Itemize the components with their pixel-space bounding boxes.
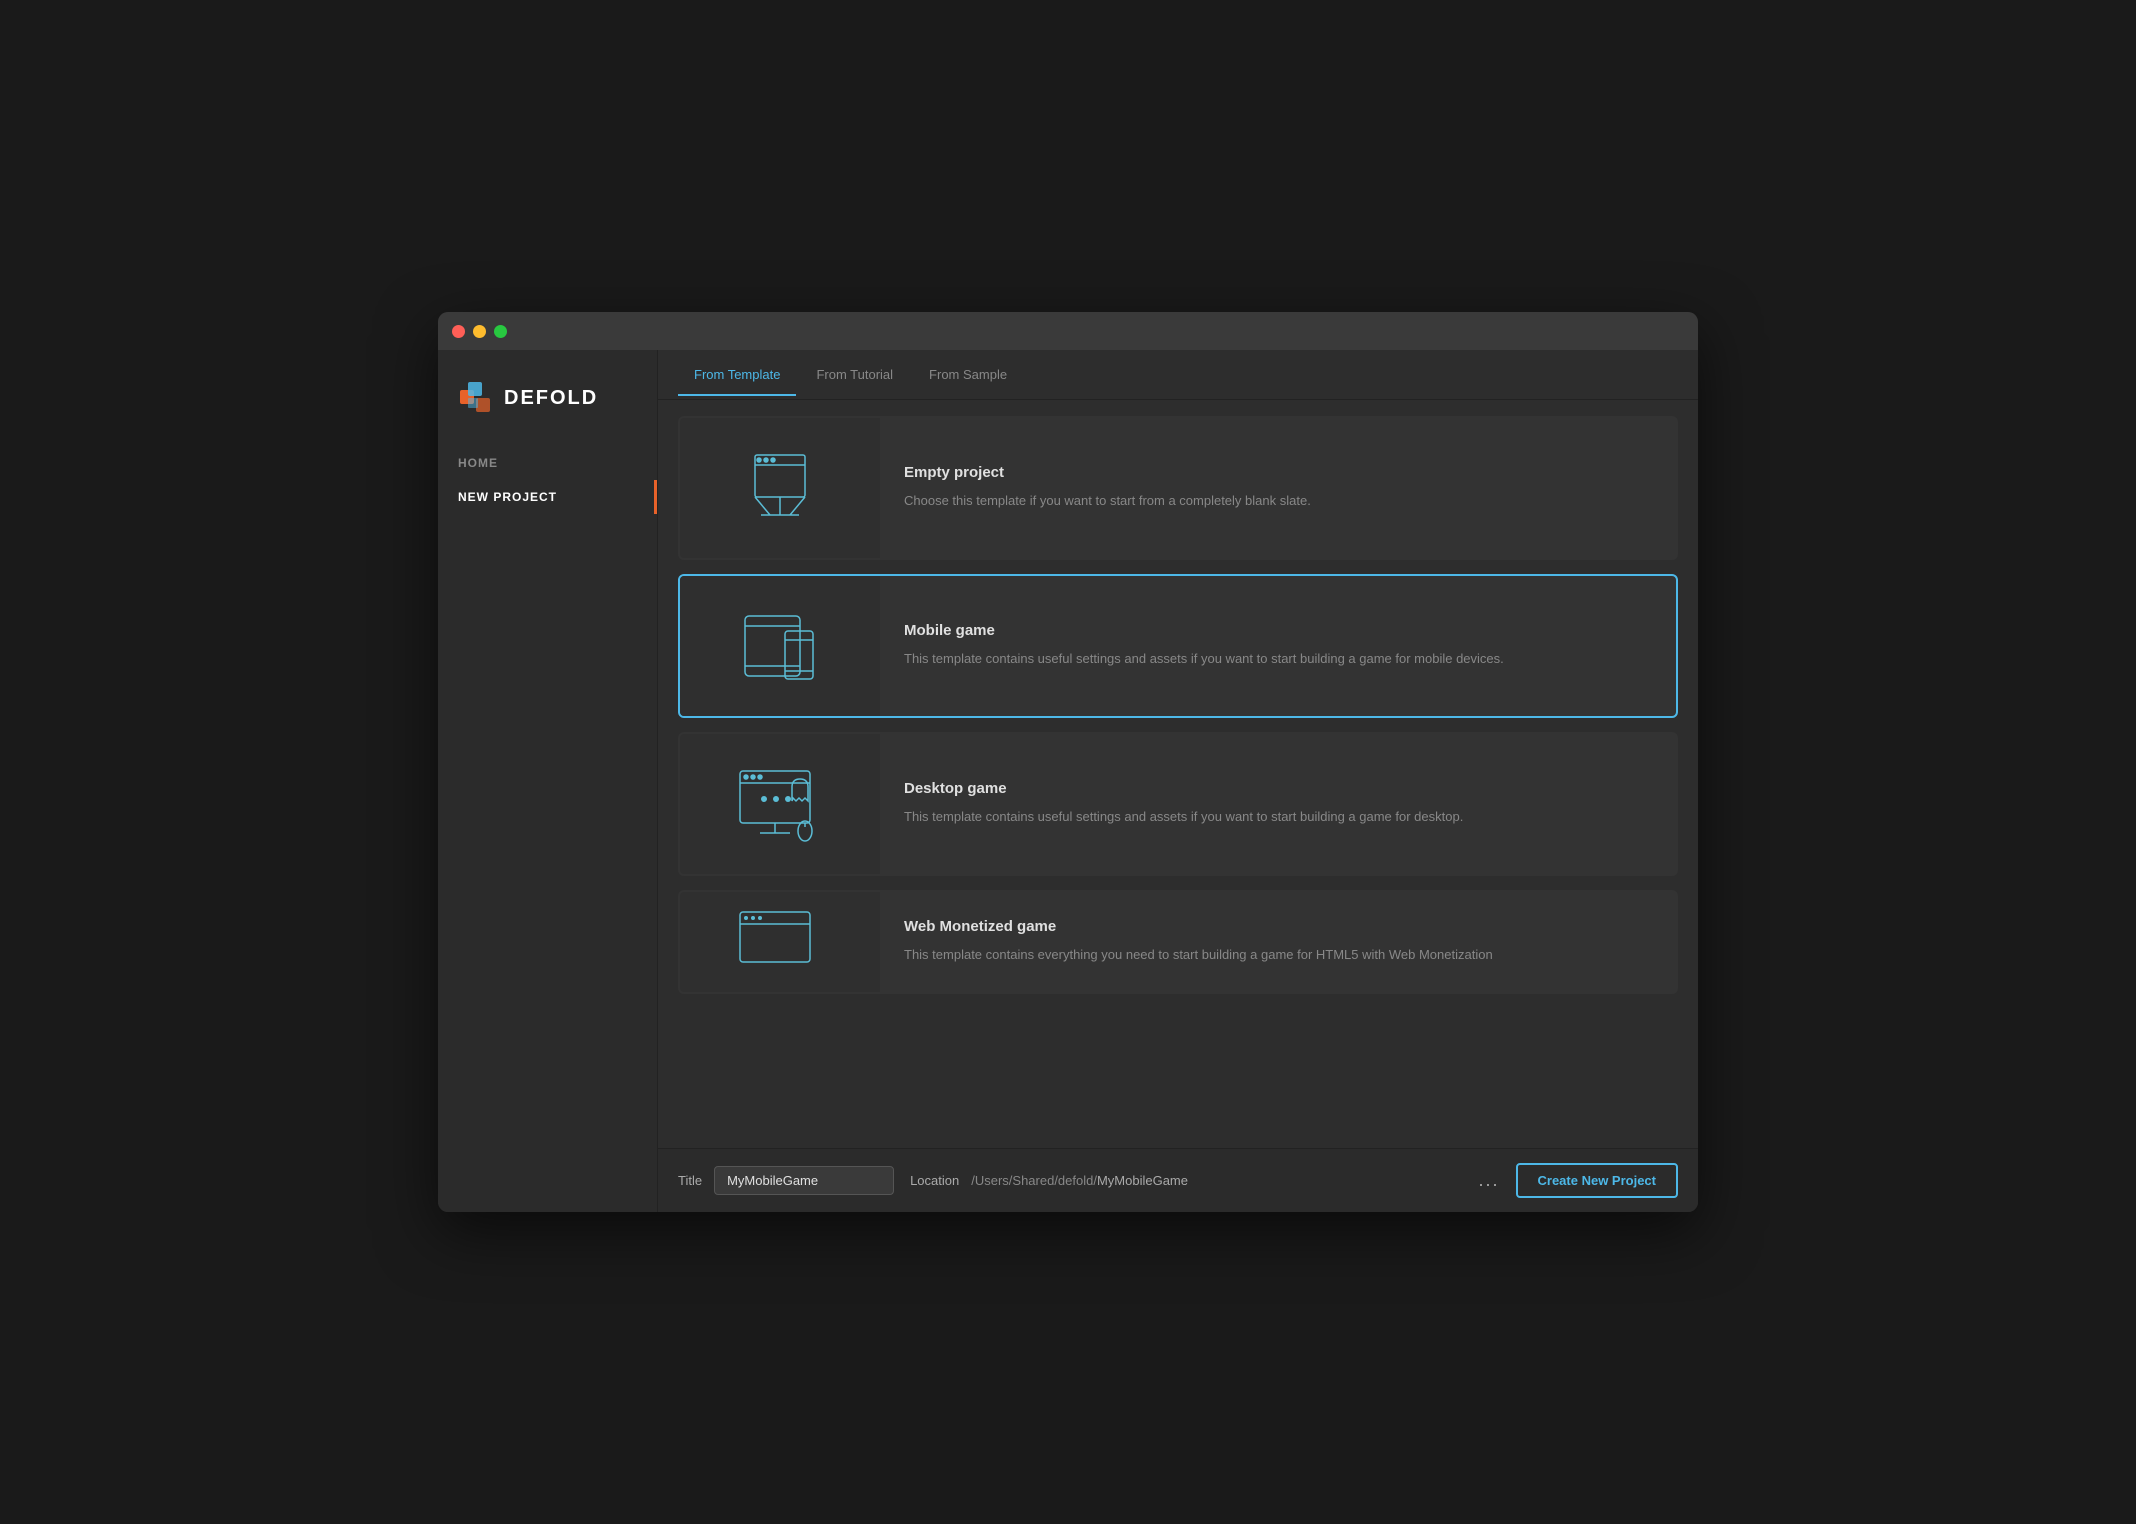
- template-desc-mobile: This template contains useful settings a…: [904, 649, 1504, 670]
- maximize-button[interactable]: [494, 325, 507, 338]
- template-info-desktop: Desktop game This template contains usef…: [880, 734, 1487, 874]
- template-info-web: Web Monetized game This template contain…: [880, 892, 1517, 992]
- template-desc-web: This template contains everything you ne…: [904, 945, 1493, 966]
- sidebar: DEFOLD HOME NEW PROJECT: [438, 350, 658, 1212]
- template-title-web: Web Monetized game: [904, 918, 1493, 935]
- template-icon-desktop: [680, 734, 880, 874]
- main-content: From Template From Tutorial From Sample: [658, 350, 1698, 1212]
- defold-logo-icon: [458, 380, 494, 416]
- template-info-empty: Empty project Choose this template if yo…: [880, 418, 1335, 558]
- traffic-lights: [452, 325, 507, 338]
- template-icon-easel: [680, 418, 880, 558]
- location-label: Location: [910, 1173, 959, 1188]
- tab-from-sample[interactable]: From Sample: [913, 353, 1023, 396]
- template-title-empty: Empty project: [904, 464, 1311, 481]
- title-input[interactable]: [714, 1166, 894, 1195]
- tab-bar: From Template From Tutorial From Sample: [658, 350, 1698, 400]
- location-suffix: MyMobileGame: [1097, 1173, 1188, 1188]
- app-body: DEFOLD HOME NEW PROJECT From Template Fr…: [438, 350, 1698, 1212]
- close-button[interactable]: [452, 325, 465, 338]
- logo-area: DEFOLD: [438, 370, 657, 446]
- titlebar: [438, 312, 1698, 350]
- app-window: DEFOLD HOME NEW PROJECT From Template Fr…: [438, 312, 1698, 1212]
- logo-text: DEFOLD: [504, 387, 598, 410]
- bottom-bar: Title Location /Users/Shared/defold/MyMo…: [658, 1148, 1698, 1212]
- title-group: Title: [678, 1166, 894, 1195]
- sidebar-item-home[interactable]: HOME: [438, 446, 657, 480]
- location-value: /Users/Shared/defold/MyMobileGame: [971, 1173, 1462, 1188]
- template-info-mobile: Mobile game This template contains usefu…: [880, 576, 1528, 716]
- template-list: Empty project Choose this template if yo…: [658, 400, 1698, 1148]
- template-title-mobile: Mobile game: [904, 622, 1504, 639]
- template-icon-web: [680, 892, 880, 992]
- location-group: Location /Users/Shared/defold/MyMobileGa…: [910, 1163, 1678, 1198]
- template-card-empty[interactable]: Empty project Choose this template if yo…: [678, 416, 1678, 560]
- location-path: /Users/Shared/defold/: [971, 1173, 1097, 1188]
- minimize-button[interactable]: [473, 325, 486, 338]
- create-project-button[interactable]: Create New Project: [1516, 1163, 1679, 1198]
- title-label: Title: [678, 1173, 702, 1188]
- location-browse-button[interactable]: ...: [1470, 1166, 1507, 1195]
- template-card-desktop[interactable]: Desktop game This template contains usef…: [678, 732, 1678, 876]
- tab-from-tutorial[interactable]: From Tutorial: [800, 353, 909, 396]
- template-desc-desktop: This template contains useful settings a…: [904, 807, 1463, 828]
- template-card-web[interactable]: Web Monetized game This template contain…: [678, 890, 1678, 994]
- tab-from-template[interactable]: From Template: [678, 353, 796, 396]
- template-icon-mobile: [680, 576, 880, 716]
- template-card-mobile[interactable]: Mobile game This template contains usefu…: [678, 574, 1678, 718]
- template-desc-empty: Choose this template if you want to star…: [904, 491, 1311, 512]
- sidebar-item-new-project[interactable]: NEW PROJECT: [438, 480, 657, 514]
- template-title-desktop: Desktop game: [904, 780, 1463, 797]
